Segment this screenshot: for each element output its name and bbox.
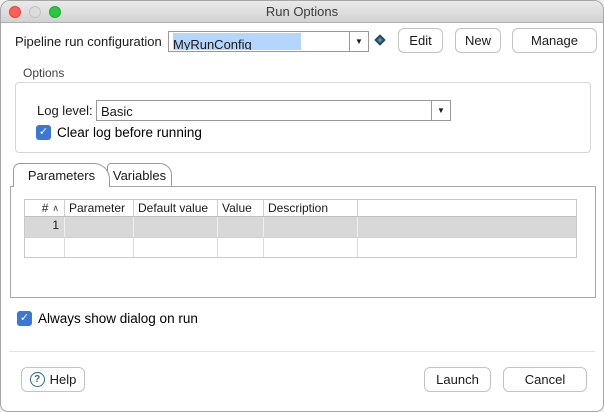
log-level-combo[interactable]: Basic ▼ (96, 100, 451, 121)
clear-log-label: Clear log before running (57, 125, 202, 140)
column-header-parameter[interactable]: Parameter (65, 200, 134, 216)
checkbox-checked-icon[interactable]: ✓ (36, 125, 51, 140)
run-configuration-combo[interactable]: MyRunConfig ▼ (168, 31, 369, 52)
tab-variables[interactable]: Variables (107, 163, 172, 187)
column-header-value[interactable]: Value (218, 200, 264, 216)
checkbox-checked-icon[interactable]: ✓ (17, 311, 32, 326)
table-row-empty[interactable] (25, 237, 576, 257)
column-header-filler (358, 200, 576, 216)
new-button[interactable]: New (455, 28, 501, 53)
run-configuration-value: MyRunConfig (170, 33, 348, 50)
help-button[interactable]: ? Help (21, 367, 85, 392)
options-group-label: Options (23, 66, 64, 80)
help-question-icon: ? (30, 372, 45, 387)
column-header-default-value[interactable]: Default value (134, 200, 218, 216)
log-level-label: Log level: (37, 103, 93, 118)
traffic-lights (9, 6, 61, 18)
table-row-selected[interactable]: 1 (25, 217, 576, 237)
clear-log-checkbox-row[interactable]: ✓ Clear log before running (36, 125, 202, 140)
pipeline-run-configuration-label: Pipeline run configuration (15, 34, 162, 49)
column-header-num[interactable]: #∧ (25, 200, 65, 216)
parameters-table: #∧ Parameter Default value Value Descrip… (24, 199, 577, 258)
manage-button[interactable]: Manage (512, 28, 597, 53)
chevron-down-icon[interactable]: ▼ (431, 101, 450, 120)
column-header-description[interactable]: Description (264, 200, 358, 216)
window-title: Run Options (1, 1, 603, 23)
cell-default-value[interactable] (134, 217, 218, 237)
log-level-value: Basic (98, 102, 430, 119)
cell-num[interactable]: 1 (25, 217, 65, 237)
variable-diamond-icon[interactable] (374, 34, 385, 45)
cancel-button[interactable]: Cancel (503, 367, 587, 392)
tab-parameters[interactable]: Parameters (13, 163, 110, 187)
always-show-label: Always show dialog on run (38, 311, 198, 326)
help-button-label: Help (50, 372, 77, 387)
footer-separator (9, 351, 595, 352)
edit-button[interactable]: Edit (398, 28, 443, 53)
cell-value[interactable] (218, 217, 264, 237)
minimize-button (29, 6, 41, 18)
run-options-dialog: Run Options Pipeline run configuration M… (0, 0, 604, 412)
always-show-checkbox-row[interactable]: ✓ Always show dialog on run (17, 311, 198, 326)
zoom-button[interactable] (49, 6, 61, 18)
launch-button[interactable]: Launch (424, 367, 491, 392)
chevron-down-icon[interactable]: ▼ (349, 32, 368, 51)
close-button[interactable] (9, 6, 21, 18)
titlebar: Run Options (1, 1, 603, 23)
parameters-tab-panel: #∧ Parameter Default value Value Descrip… (10, 186, 596, 298)
cell-description[interactable] (264, 217, 358, 237)
cell-filler (358, 217, 576, 237)
cell-parameter[interactable] (65, 217, 134, 237)
sort-ascending-icon: ∧ (52, 203, 59, 214)
table-header-row: #∧ Parameter Default value Value Descrip… (25, 200, 576, 217)
